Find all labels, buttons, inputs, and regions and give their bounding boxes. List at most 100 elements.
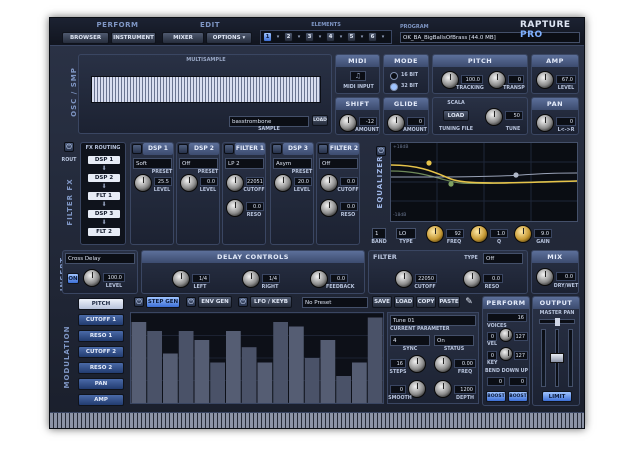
mix-value[interactable]: 0.0 bbox=[556, 272, 576, 281]
env-gen-button[interactable]: ENV GEN bbox=[198, 296, 232, 308]
element-arrow-2[interactable]: ▾ bbox=[295, 33, 303, 41]
bend-down-value[interactable]: 0 bbox=[487, 377, 505, 386]
routing-slot-5[interactable]: FLT 2 bbox=[87, 227, 121, 237]
vel-max-value[interactable]: 127 bbox=[514, 332, 528, 341]
boost-button-2[interactable]: BOOST bbox=[508, 391, 528, 402]
mod-status-select[interactable]: On bbox=[434, 335, 474, 346]
env-gen-power[interactable]: ⏻ bbox=[186, 297, 196, 307]
amp-level-value[interactable]: 67.0 bbox=[556, 75, 576, 84]
mod-copy-button[interactable]: COPY bbox=[416, 296, 436, 308]
dsp2-level-value[interactable]: 0.0 bbox=[200, 177, 218, 186]
insert-cutoff-value[interactable]: 22050 bbox=[415, 274, 437, 283]
master-pan-slider[interactable] bbox=[539, 318, 575, 326]
element-arrow-4[interactable]: ▾ bbox=[337, 33, 345, 41]
insert-on-button[interactable]: ON bbox=[67, 273, 79, 284]
mod-target-cutoff-1[interactable]: CUTOFF 1 bbox=[78, 314, 124, 326]
step-gen-power[interactable]: ⏻ bbox=[134, 297, 144, 307]
mode-16bit-radio[interactable] bbox=[390, 72, 398, 80]
eq-q-value[interactable]: 1.0 bbox=[490, 229, 508, 238]
browser-button[interactable]: BROWSER bbox=[62, 32, 109, 44]
filter2-type-select[interactable]: Off bbox=[319, 158, 358, 169]
eq-power[interactable]: ⏻ bbox=[376, 146, 386, 156]
delay-left-knob[interactable] bbox=[172, 270, 190, 288]
mode-32bit-radio[interactable] bbox=[390, 83, 398, 91]
mod-paste-button[interactable]: PASTE bbox=[438, 296, 460, 308]
filter1-cutoff-knob[interactable] bbox=[226, 174, 244, 192]
key-knob[interactable] bbox=[499, 347, 513, 361]
mod-steps-knob[interactable] bbox=[408, 355, 426, 373]
element-button-3[interactable]: 3 bbox=[305, 32, 314, 42]
dsp2-level-knob[interactable] bbox=[180, 174, 198, 192]
eq-type-select[interactable]: LO bbox=[396, 228, 416, 239]
element-button-6[interactable]: 6 bbox=[368, 32, 377, 42]
key-min-value[interactable]: 0 bbox=[487, 351, 497, 360]
insert-reso-value[interactable]: 0.0 bbox=[483, 274, 503, 283]
element-arrow-3[interactable]: ▾ bbox=[316, 33, 324, 41]
eq-freq-knob[interactable] bbox=[426, 225, 444, 243]
filter2-cutoff-value[interactable]: 0.0 bbox=[340, 177, 358, 186]
delay-left-value[interactable]: 1/4 bbox=[192, 274, 210, 283]
element-button-4[interactable]: 4 bbox=[326, 32, 335, 42]
insert-level-value[interactable]: 100.0 bbox=[103, 273, 125, 282]
mod-smooth-value[interactable]: 0 bbox=[390, 385, 406, 394]
filter1-cutoff-value[interactable]: 22051 bbox=[246, 177, 264, 186]
pan-knob[interactable] bbox=[536, 114, 554, 132]
element-button-5[interactable]: 5 bbox=[347, 32, 356, 42]
delay-feedback-value[interactable]: 0.0 bbox=[330, 274, 348, 283]
step-bar-4[interactable] bbox=[178, 331, 194, 403]
insert-filter-type-select[interactable]: Off bbox=[483, 253, 523, 264]
dsp1-level-value[interactable]: 25.5 bbox=[154, 177, 172, 186]
routing-slot-2[interactable]: DSP 2 bbox=[87, 173, 121, 183]
dsp1-power-icon[interactable] bbox=[132, 144, 142, 154]
filter2-reso-knob[interactable] bbox=[320, 199, 338, 217]
element-arrow-6[interactable]: ▾ bbox=[379, 33, 387, 41]
mixer-button[interactable]: MIXER bbox=[162, 32, 204, 44]
insert-effect-select[interactable]: Cross Delay bbox=[65, 253, 135, 264]
instrument-button[interactable]: INSTRUMENT bbox=[111, 32, 156, 44]
wrench-icon[interactable]: ✎ bbox=[463, 296, 475, 308]
dsp1-type-select[interactable]: Soft bbox=[133, 158, 172, 169]
mod-load-button[interactable]: LOAD bbox=[394, 296, 414, 308]
step-bar-14[interactable] bbox=[336, 376, 351, 403]
step-bar-16[interactable] bbox=[367, 317, 383, 404]
scala-load-button[interactable]: LOAD bbox=[443, 110, 469, 121]
voices-value[interactable]: 16 bbox=[487, 313, 527, 322]
tracking-value[interactable]: 100.0 bbox=[461, 75, 483, 84]
delay-right-value[interactable]: 1/4 bbox=[262, 274, 280, 283]
limit-button[interactable]: LIMIT bbox=[542, 391, 572, 402]
mod-sync-select[interactable]: 4 bbox=[390, 335, 430, 346]
filterfx-route-power[interactable]: ⏻ bbox=[64, 142, 74, 152]
dsp2-type-select[interactable]: Off bbox=[179, 158, 218, 169]
dsp3-level-knob[interactable] bbox=[274, 174, 292, 192]
step-bar-3[interactable] bbox=[163, 353, 178, 404]
filter1-type-select[interactable]: LP 2 bbox=[225, 158, 264, 169]
step-bar-15[interactable] bbox=[352, 362, 367, 404]
bend-up-value[interactable]: 0 bbox=[509, 377, 527, 386]
midi-input-icon[interactable]: ♫ bbox=[350, 71, 366, 81]
filter1-reso-value[interactable]: 0.0 bbox=[246, 202, 264, 211]
step-bar-10[interactable] bbox=[273, 322, 288, 403]
dsp3-type-select[interactable]: Asym bbox=[273, 158, 312, 169]
step-gen-graph[interactable] bbox=[130, 312, 384, 404]
step-bar-9[interactable] bbox=[257, 362, 273, 404]
bottom-keyboard-strip[interactable] bbox=[50, 412, 584, 428]
dsp2-power-icon[interactable] bbox=[178, 144, 188, 154]
eq-display[interactable]: +18dB -18dB bbox=[390, 142, 578, 222]
element-button-2[interactable]: 2 bbox=[284, 32, 293, 42]
pan-value[interactable]: 0 bbox=[556, 117, 576, 126]
step-bar-2[interactable] bbox=[147, 331, 162, 403]
key-max-value[interactable]: 127 bbox=[514, 351, 528, 360]
eq-gain-knob[interactable] bbox=[514, 225, 532, 243]
delay-right-knob[interactable] bbox=[242, 270, 260, 288]
shift-value[interactable]: -12 bbox=[359, 117, 377, 126]
mod-steps-value[interactable]: 16 bbox=[390, 359, 406, 368]
amp-level-knob[interactable] bbox=[536, 71, 554, 89]
step-bar-12[interactable] bbox=[304, 358, 320, 403]
vel-knob[interactable] bbox=[499, 328, 513, 342]
dsp3-level-value[interactable]: 20.0 bbox=[294, 177, 312, 186]
filter2-power-icon[interactable] bbox=[318, 144, 328, 154]
routing-slot-4[interactable]: DSP 3 bbox=[87, 209, 121, 219]
element-arrow-1[interactable]: ▾ bbox=[274, 33, 282, 41]
vel-min-value[interactable]: 0 bbox=[487, 332, 497, 341]
insert-level-knob[interactable] bbox=[83, 269, 101, 287]
